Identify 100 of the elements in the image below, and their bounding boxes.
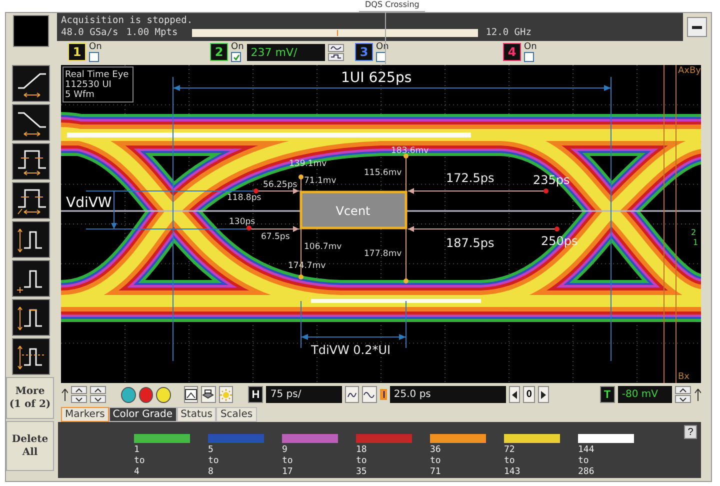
- channel-checkbox[interactable]: [89, 52, 99, 62]
- range-start: 18: [356, 445, 368, 456]
- range-end: 8: [208, 467, 214, 478]
- printer-icon: [202, 389, 214, 400]
- channel-checkbox[interactable]: [524, 52, 534, 62]
- waveform-button[interactable]: [328, 52, 344, 60]
- measurement-button[interactable]: [12, 65, 50, 102]
- color-button[interactable]: [138, 386, 154, 402]
- measurement-point: [554, 226, 560, 232]
- wave-icon: [363, 390, 376, 400]
- cursor-label: DQS Crossing: [359, 0, 426, 12]
- channel-checkbox[interactable]: [376, 52, 386, 62]
- measurement-point: [404, 278, 408, 284]
- range-joiner: to: [208, 456, 220, 467]
- range-start: 1: [134, 445, 140, 456]
- measurement-label: 183.6mv: [391, 146, 429, 156]
- range-joiner: to: [282, 456, 294, 467]
- trigger-button[interactable]: T: [600, 386, 615, 403]
- delay-field[interactable]: 25.0 ps: [390, 386, 506, 403]
- more-button[interactable]: More (1 of 2): [6, 377, 54, 419]
- channel-on-label: On: [376, 42, 389, 52]
- horizontal-button[interactable]: H: [248, 386, 264, 403]
- measurement-label: 67.5ps: [261, 232, 290, 242]
- measurement-point: [298, 274, 304, 280]
- waveform-button[interactable]: [362, 386, 377, 403]
- eye-info-text: Real Time Eye: [65, 70, 129, 80]
- channel-number[interactable]: 4: [503, 43, 521, 61]
- up-button[interactable]: [90, 386, 106, 394]
- range-end: 17: [282, 467, 294, 478]
- measurement-label: 115.6mv: [364, 168, 402, 178]
- measurement-label: 56.25ps: [263, 180, 298, 190]
- measurement-button[interactable]: [12, 104, 50, 141]
- range-end: 71: [430, 467, 442, 478]
- measurement-label: 1UI 625ps: [341, 70, 412, 86]
- minimize-button[interactable]: [687, 17, 707, 37]
- measurement-button[interactable]: [12, 143, 50, 180]
- range-joiner: to: [134, 456, 146, 467]
- measurement-label: 118.8ps: [227, 193, 262, 203]
- image-button[interactable]: [184, 386, 198, 403]
- status-message: Acquisition is stopped.: [61, 15, 194, 27]
- previous-button[interactable]: [509, 386, 520, 403]
- tab[interactable]: Scales: [216, 407, 257, 422]
- waveform-button[interactable]: [344, 386, 360, 403]
- cursor-label: Bx: [678, 372, 690, 382]
- measurement-label: 172.5ps: [446, 171, 494, 185]
- delete-all-button[interactable]: Delete All: [6, 421, 54, 471]
- cursor-line: [385, 11, 386, 64]
- down-icon: [94, 396, 102, 402]
- measurement-button[interactable]: [12, 182, 50, 219]
- tab[interactable]: Markers: [61, 407, 109, 422]
- channel-scale-field[interactable]: 237 mV/: [246, 44, 325, 60]
- channel-number[interactable]: 1: [68, 43, 86, 61]
- color-button[interactable]: [121, 386, 136, 402]
- measurement-button[interactable]: [12, 260, 50, 297]
- measurement-point: [254, 188, 258, 194]
- color-button[interactable]: [156, 386, 171, 402]
- sample-rate: 48.0 GSa/s: [61, 27, 118, 39]
- up-button[interactable]: [71, 386, 88, 394]
- help-button[interactable]: ?: [684, 425, 697, 439]
- range-joiner: to: [430, 456, 442, 467]
- range-end: 35: [356, 467, 368, 478]
- measurement-point: [404, 154, 408, 158]
- measurement-point: [246, 226, 252, 230]
- up-button[interactable]: [674, 386, 691, 394]
- channel-marker: 1: [693, 238, 698, 247]
- range-end: 143: [504, 467, 522, 478]
- print-button[interactable]: [201, 386, 216, 403]
- range-joiner: to: [504, 456, 516, 467]
- wave-icon: [330, 44, 342, 50]
- down-button[interactable]: [71, 395, 88, 403]
- measurement-button[interactable]: [12, 338, 50, 375]
- down-button[interactable]: [90, 395, 106, 403]
- tab[interactable]: Color Grade: [108, 407, 177, 422]
- next-button[interactable]: [538, 386, 549, 403]
- measurement-label: 130ps: [229, 217, 256, 227]
- measurement-label: 177.8mv: [364, 249, 402, 259]
- eye-info-text: 5 Wfm: [65, 90, 94, 100]
- image-icon: [184, 389, 197, 400]
- preview-panel: [13, 15, 49, 47]
- horizontal-scale-field[interactable]: 75 ps/: [266, 386, 342, 403]
- range-start: 36: [430, 445, 442, 456]
- channel-on-label: On: [89, 42, 102, 52]
- waveform-button[interactable]: [328, 44, 344, 52]
- measurement-button[interactable]: [12, 221, 50, 258]
- trigger-level-field[interactable]: -80 mV: [618, 386, 672, 403]
- tab[interactable]: Status: [176, 407, 216, 422]
- down-icon: [678, 396, 687, 402]
- delay-step-button[interactable]: 0: [523, 386, 535, 403]
- right-arrow-icon: [540, 390, 546, 398]
- measurement-label: 250ps: [541, 234, 578, 248]
- channel-number[interactable]: 3: [355, 43, 373, 61]
- minimize-icon: [692, 26, 702, 28]
- measurement-label: 71.1mv: [304, 176, 336, 186]
- channel-number[interactable]: 2: [210, 43, 228, 61]
- channel-checkbox[interactable]: [231, 52, 241, 62]
- measurement-button[interactable]: [12, 299, 50, 336]
- measurement-label: 187.5ps: [446, 236, 494, 250]
- measurement-label: 106.7mv: [304, 242, 342, 252]
- range-start: 9: [282, 445, 288, 456]
- down-button[interactable]: [674, 395, 691, 403]
